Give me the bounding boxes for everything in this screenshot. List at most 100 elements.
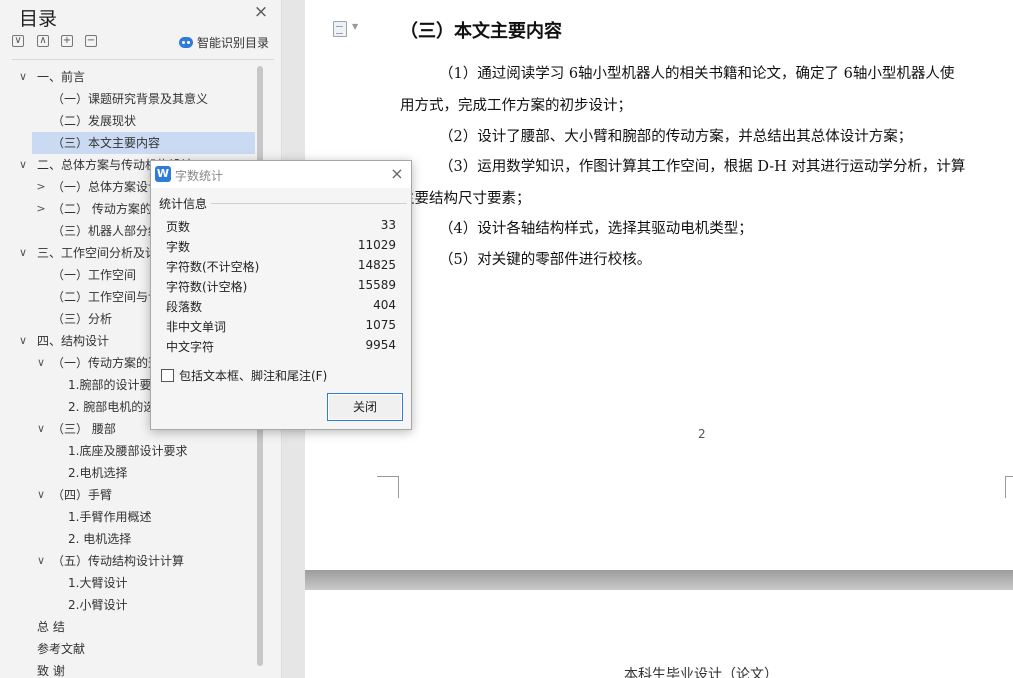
paragraph-line: 主要结构尺寸要素； [400, 191, 531, 207]
chevron-icon[interactable]: ∨ [36, 484, 46, 506]
toc-item-label: 1.大臂设计 [68, 576, 128, 590]
chevron-icon[interactable]: ∨ [18, 66, 28, 88]
chevron-icon[interactable] [52, 528, 62, 550]
chevron-icon[interactable] [18, 660, 28, 678]
toc-item-label: （一）总体方案设计 [52, 180, 161, 194]
toc-item[interactable]: 1.手臂作用概述 [0, 506, 256, 528]
group-label: 统计信息 [159, 195, 211, 212]
stat-key: 段落数 [166, 300, 203, 314]
chevron-icon[interactable] [36, 308, 46, 330]
document-icon[interactable] [333, 21, 347, 37]
toc-item-label: 1.底座及腰部设计要求 [68, 444, 188, 458]
add-heading-icon[interactable]: + [61, 35, 73, 47]
paragraph-line: （3）运用数学知识，作图计算其工作空间，根据 D-H 对其进行运动学分析，计算 [439, 159, 966, 175]
toc-item-label: 2. 电机选择 [68, 532, 132, 546]
stat-key: 中文字符 [166, 340, 215, 354]
dialog-titlebar[interactable]: W 字数统计 × [151, 161, 411, 188]
stat-key: 页数 [166, 220, 191, 234]
dialog-title: 字数统计 [175, 169, 224, 183]
margin-corner-mark [1005, 476, 1013, 498]
collapse-all-icon[interactable]: ∨ [12, 35, 24, 47]
smart-toc-button[interactable]: 智能识别目录 [179, 34, 269, 51]
chevron-icon[interactable] [36, 132, 46, 154]
chevron-icon[interactable] [18, 638, 28, 660]
stat-key: 字数 [166, 240, 191, 254]
close-button[interactable]: 关闭 [327, 393, 403, 421]
paragraph-line: （5）对关键的零部件进行校核。 [439, 252, 652, 268]
stat-row: 段落数 404 [166, 298, 396, 318]
chevron-icon[interactable] [52, 462, 62, 484]
chevron-icon[interactable]: ∨ [18, 154, 28, 176]
toc-item[interactable]: （二）发展现状 [0, 110, 256, 132]
chevron-icon[interactable] [52, 440, 62, 462]
toc-item[interactable]: 总 结 [0, 616, 256, 638]
stat-row: 字符数(不计空格) 14825 [166, 258, 396, 278]
chevron-icon[interactable] [36, 88, 46, 110]
chevron-icon[interactable] [52, 396, 62, 418]
stat-row: 中文字符 9954 [166, 338, 396, 358]
paragraph-line: （2）设计了腰部、大小臂和腕部的传动方案，并总结出其总体设计方案； [439, 129, 913, 145]
toc-item[interactable]: 2.电机选择 [0, 462, 256, 484]
toc-item[interactable]: 参考文献 [0, 638, 256, 660]
checkbox[interactable] [161, 369, 174, 382]
group-divider [211, 203, 407, 204]
stat-value: 33 [380, 218, 396, 232]
chevron-icon[interactable] [52, 572, 62, 594]
toc-item-label: （五）传动结构设计计算 [52, 554, 185, 568]
chevron-icon[interactable]: ∨ [36, 550, 46, 572]
page-number: 2 [698, 427, 706, 441]
toc-item-selected[interactable]: （三）本文主要内容 [0, 132, 256, 154]
toc-divider [12, 59, 274, 60]
expand-all-icon[interactable]: ∧ [37, 35, 49, 47]
section-heading: （三）本文主要内容 [400, 21, 562, 42]
include-textbox-checkbox[interactable]: 包括文本框、脚注和尾注(F) [161, 367, 327, 384]
toc-item[interactable]: 1.大臂设计 [0, 572, 256, 594]
ai-robot-icon [179, 37, 193, 48]
toc-item[interactable]: ∨ （五）传动结构设计计算 [0, 550, 256, 572]
chevron-icon[interactable] [36, 264, 46, 286]
toc-item-label: 致 谢 [37, 664, 65, 678]
toc-item-label: （三）本文主要内容 [52, 136, 161, 150]
toc-item[interactable]: 2.小臂设计 [0, 594, 256, 616]
toc-item[interactable]: ∨ 一、前言 [0, 66, 256, 88]
chevron-icon[interactable] [52, 594, 62, 616]
stat-value: 15589 [357, 278, 396, 292]
close-icon[interactable]: × [389, 166, 405, 182]
chevron-down-icon[interactable]: ▼ [352, 22, 358, 31]
chevron-icon[interactable] [36, 110, 46, 132]
chevron-icon[interactable]: ∨ [18, 242, 28, 264]
toc-item-label: 2.小臂设计 [68, 598, 128, 612]
chevron-icon[interactable] [36, 286, 46, 308]
chevron-icon[interactable] [36, 220, 46, 242]
stat-row: 非中文单词 1075 [166, 318, 396, 338]
toc-item[interactable]: 1.底座及腰部设计要求 [0, 440, 256, 462]
stat-row: 字数 11029 [166, 238, 396, 258]
toc-item-label: 2.电机选择 [68, 466, 128, 480]
page-separator [305, 570, 1013, 590]
chevron-icon[interactable] [18, 616, 28, 638]
toc-item-label: （四）手臂 [52, 488, 113, 502]
chevron-icon[interactable]: ∨ [36, 352, 46, 374]
document-page[interactable]: 本科生毕业设计（论文） [305, 590, 1013, 678]
paragraph-line: 用方式，完成工作方案的初步设计； [400, 98, 632, 114]
toc-item-label: （三）分析 [52, 312, 113, 326]
chevron-icon[interactable]: > [36, 198, 46, 220]
checkbox-label: 包括文本框、脚注和尾注(F) [179, 369, 328, 383]
chevron-icon[interactable] [52, 506, 62, 528]
page-header: 本科生毕业设计（论文） [624, 667, 778, 678]
stat-value: 14825 [357, 258, 396, 272]
stat-key: 字符数(计空格) [166, 280, 248, 294]
toc-item[interactable]: （一）课题研究背景及其意义 [0, 88, 256, 110]
remove-heading-icon[interactable]: − [85, 35, 97, 47]
stat-row: 字符数(计空格) 15589 [166, 278, 396, 298]
word-count-dialog: W 字数统计 × 统计信息 页数 33 字数 11029 字符数(不计空格) 1482… [150, 160, 412, 430]
chevron-icon[interactable] [52, 374, 62, 396]
toc-item[interactable]: ∨ （四）手臂 [0, 484, 256, 506]
stat-key: 字符数(不计空格) [166, 260, 260, 274]
chevron-icon[interactable]: ∨ [36, 418, 46, 440]
chevron-icon[interactable]: ∨ [18, 330, 28, 352]
toc-close-icon[interactable]: × [253, 4, 269, 21]
chevron-icon[interactable]: > [36, 176, 46, 198]
toc-item[interactable]: 致 谢 [0, 660, 256, 678]
toc-item[interactable]: 2. 电机选择 [0, 528, 256, 550]
